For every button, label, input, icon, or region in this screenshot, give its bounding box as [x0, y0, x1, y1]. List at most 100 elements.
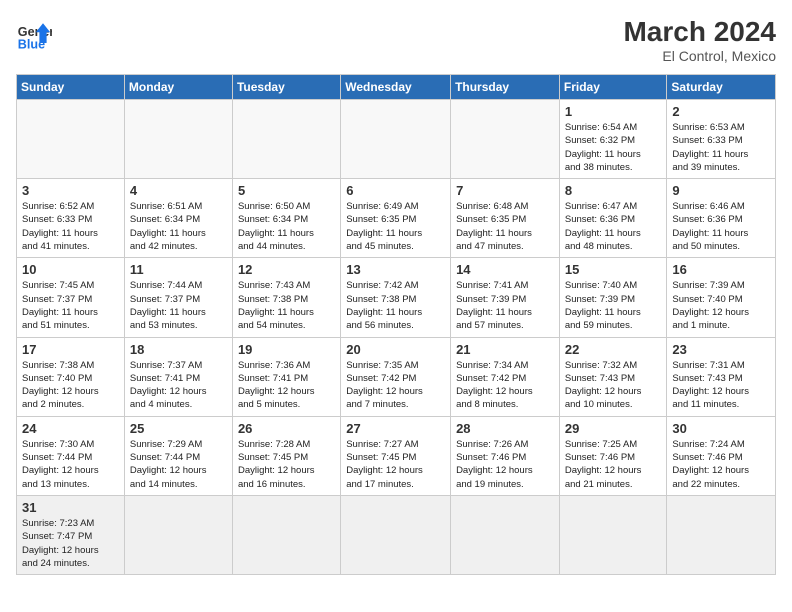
calendar-cell: 25 Sunrise: 7:29 AM Sunset: 7:44 PM Dayli…	[124, 416, 232, 495]
calendar-cell: 13Sunrise: 7:42 AM Sunset: 7:38 PM Dayli…	[341, 258, 451, 337]
day-number: 15	[565, 262, 662, 277]
cell-info: Sunrise: 6:53 AM Sunset: 6:33 PM Dayligh…	[672, 121, 770, 174]
cell-info: Sunrise: 7:31 AM Sunset: 7:43 PM Dayligh…	[672, 359, 770, 412]
header-row: SundayMondayTuesdayWednesdayThursdayFrid…	[17, 75, 776, 100]
calendar-cell: 16 Sunrise: 7:39 AM Sunset: 7:40 PM Dayli…	[667, 258, 776, 337]
day-header-monday: Monday	[124, 75, 232, 100]
day-header-friday: Friday	[559, 75, 667, 100]
day-number: 4	[130, 183, 227, 198]
cell-info: Sunrise: 7:28 AM Sunset: 7:45 PM Dayligh…	[238, 438, 335, 491]
cell-info: Sunrise: 6:50 AM Sunset: 6:34 PM Dayligh…	[238, 200, 335, 253]
cell-info: Sunrise: 6:52 AM Sunset: 6:33 PM Dayligh…	[22, 200, 119, 253]
cell-info: Sunrise: 7:23 AM Sunset: 7:47 PM Dayligh…	[22, 517, 119, 570]
calendar-cell: 29 Sunrise: 7:25 AM Sunset: 7:46 PM Dayli…	[559, 416, 667, 495]
day-number: 12	[238, 262, 335, 277]
week-row-0: 1 Sunrise: 6:54 AM Sunset: 6:32 PM Daylig…	[17, 100, 776, 179]
calendar-cell: 12Sunrise: 7:43 AM Sunset: 7:38 PM Dayli…	[232, 258, 340, 337]
day-number: 10	[22, 262, 119, 277]
day-number: 16	[672, 262, 770, 277]
cell-info: Sunrise: 7:25 AM Sunset: 7:46 PM Dayligh…	[565, 438, 662, 491]
calendar-cell: 28Sunrise: 7:26 AM Sunset: 7:46 PM Dayli…	[451, 416, 560, 495]
cell-info: Sunrise: 7:44 AM Sunset: 7:37 PM Dayligh…	[130, 279, 227, 332]
calendar-cell: 19 Sunrise: 7:36 AM Sunset: 7:41 PM Dayli…	[232, 337, 340, 416]
calendar-cell: 1 Sunrise: 6:54 AM Sunset: 6:32 PM Daylig…	[559, 100, 667, 179]
calendar-cell: 9 Sunrise: 6:46 AM Sunset: 6:36 PM Daylig…	[667, 179, 776, 258]
day-number: 18	[130, 342, 227, 357]
day-number: 21	[456, 342, 554, 357]
title-block: March 2024 El Control, Mexico	[623, 16, 776, 64]
calendar-cell: 8 Sunrise: 6:47 AM Sunset: 6:36 PM Daylig…	[559, 179, 667, 258]
calendar-cell	[559, 495, 667, 574]
week-row-5: 31Sunrise: 7:23 AM Sunset: 7:47 PM Dayli…	[17, 495, 776, 574]
calendar-cell	[17, 100, 125, 179]
day-header-saturday: Saturday	[667, 75, 776, 100]
cell-info: Sunrise: 7:39 AM Sunset: 7:40 PM Dayligh…	[672, 279, 770, 332]
cell-info: Sunrise: 7:38 AM Sunset: 7:40 PM Dayligh…	[22, 359, 119, 412]
day-header-tuesday: Tuesday	[232, 75, 340, 100]
calendar-cell	[341, 100, 451, 179]
calendar-cell: 3 Sunrise: 6:52 AM Sunset: 6:33 PM Daylig…	[17, 179, 125, 258]
calendar-cell	[232, 495, 340, 574]
day-number: 24	[22, 421, 119, 436]
week-row-3: 17 Sunrise: 7:38 AM Sunset: 7:40 PM Dayli…	[17, 337, 776, 416]
calendar-cell: 20Sunrise: 7:35 AM Sunset: 7:42 PM Dayli…	[341, 337, 451, 416]
calendar-cell: 30 Sunrise: 7:24 AM Sunset: 7:46 PM Dayli…	[667, 416, 776, 495]
calendar-cell: 31Sunrise: 7:23 AM Sunset: 7:47 PM Dayli…	[17, 495, 125, 574]
day-number: 29	[565, 421, 662, 436]
calendar-cell: 27Sunrise: 7:27 AM Sunset: 7:45 PM Dayli…	[341, 416, 451, 495]
calendar-cell	[124, 495, 232, 574]
day-number: 8	[565, 183, 662, 198]
calendar-cell: 6 Sunrise: 6:49 AM Sunset: 6:35 PM Daylig…	[341, 179, 451, 258]
day-number: 14	[456, 262, 554, 277]
cell-info: Sunrise: 6:46 AM Sunset: 6:36 PM Dayligh…	[672, 200, 770, 253]
calendar-table: SundayMondayTuesdayWednesdayThursdayFrid…	[16, 74, 776, 575]
day-header-thursday: Thursday	[451, 75, 560, 100]
cell-info: Sunrise: 7:26 AM Sunset: 7:46 PM Dayligh…	[456, 438, 554, 491]
calendar-cell: 24Sunrise: 7:30 AM Sunset: 7:44 PM Dayli…	[17, 416, 125, 495]
cell-info: Sunrise: 6:47 AM Sunset: 6:36 PM Dayligh…	[565, 200, 662, 253]
calendar-cell	[667, 495, 776, 574]
header: General Blue March 2024 El Control, Mexi…	[16, 16, 776, 64]
calendar-cell: 18Sunrise: 7:37 AM Sunset: 7:41 PM Dayli…	[124, 337, 232, 416]
cell-info: Sunrise: 7:41 AM Sunset: 7:39 PM Dayligh…	[456, 279, 554, 332]
day-number: 1	[565, 104, 662, 119]
cell-info: Sunrise: 7:36 AM Sunset: 7:41 PM Dayligh…	[238, 359, 335, 412]
logo: General Blue	[16, 16, 52, 52]
week-row-4: 24Sunrise: 7:30 AM Sunset: 7:44 PM Dayli…	[17, 416, 776, 495]
day-header-wednesday: Wednesday	[341, 75, 451, 100]
calendar-cell: 23 Sunrise: 7:31 AM Sunset: 7:43 PM Dayli…	[667, 337, 776, 416]
day-number: 3	[22, 183, 119, 198]
calendar-cell: 7 Sunrise: 6:48 AM Sunset: 6:35 PM Daylig…	[451, 179, 560, 258]
cell-info: Sunrise: 6:51 AM Sunset: 6:34 PM Dayligh…	[130, 200, 227, 253]
cell-info: Sunrise: 7:45 AM Sunset: 7:37 PM Dayligh…	[22, 279, 119, 332]
cell-info: Sunrise: 7:29 AM Sunset: 7:44 PM Dayligh…	[130, 438, 227, 491]
calendar-cell: 5 Sunrise: 6:50 AM Sunset: 6:34 PM Daylig…	[232, 179, 340, 258]
calendar-cell: 4 Sunrise: 6:51 AM Sunset: 6:34 PM Daylig…	[124, 179, 232, 258]
day-number: 20	[346, 342, 445, 357]
calendar-cell	[341, 495, 451, 574]
cell-info: Sunrise: 6:54 AM Sunset: 6:32 PM Dayligh…	[565, 121, 662, 174]
day-number: 7	[456, 183, 554, 198]
cell-info: Sunrise: 7:24 AM Sunset: 7:46 PM Dayligh…	[672, 438, 770, 491]
cell-info: Sunrise: 6:48 AM Sunset: 6:35 PM Dayligh…	[456, 200, 554, 253]
day-number: 6	[346, 183, 445, 198]
cell-info: Sunrise: 7:40 AM Sunset: 7:39 PM Dayligh…	[565, 279, 662, 332]
day-number: 26	[238, 421, 335, 436]
calendar-cell: 11Sunrise: 7:44 AM Sunset: 7:37 PM Dayli…	[124, 258, 232, 337]
calendar-cell: 21Sunrise: 7:34 AM Sunset: 7:42 PM Dayli…	[451, 337, 560, 416]
calendar-cell	[124, 100, 232, 179]
calendar-cell: 26 Sunrise: 7:28 AM Sunset: 7:45 PM Dayli…	[232, 416, 340, 495]
day-number: 5	[238, 183, 335, 198]
day-number: 27	[346, 421, 445, 436]
day-number: 17	[22, 342, 119, 357]
day-number: 19	[238, 342, 335, 357]
calendar-cell: 14 Sunrise: 7:41 AM Sunset: 7:39 PM Dayli…	[451, 258, 560, 337]
day-number: 30	[672, 421, 770, 436]
calendar-cell: 15 Sunrise: 7:40 AM Sunset: 7:39 PM Dayli…	[559, 258, 667, 337]
day-number: 9	[672, 183, 770, 198]
month-year: March 2024	[623, 16, 776, 48]
day-number: 2	[672, 104, 770, 119]
cell-info: Sunrise: 6:49 AM Sunset: 6:35 PM Dayligh…	[346, 200, 445, 253]
day-number: 25	[130, 421, 227, 436]
day-number: 23	[672, 342, 770, 357]
